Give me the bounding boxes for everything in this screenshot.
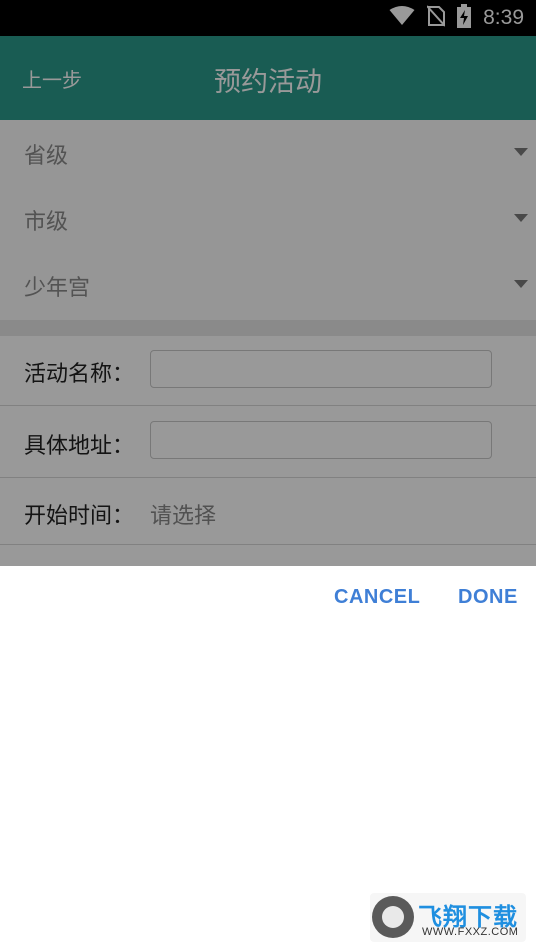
done-button[interactable]: DONE xyxy=(458,586,518,609)
watermark-site: WWW.FXXZ.COM xyxy=(422,926,519,938)
watermark-logo: 飞翔下载 WWW.FXXZ.COM xyxy=(370,893,526,942)
cancel-button[interactable]: CANCEL xyxy=(334,586,420,609)
watermark-logo-icon xyxy=(372,896,414,938)
dialog-scrim[interactable] xyxy=(0,0,536,566)
